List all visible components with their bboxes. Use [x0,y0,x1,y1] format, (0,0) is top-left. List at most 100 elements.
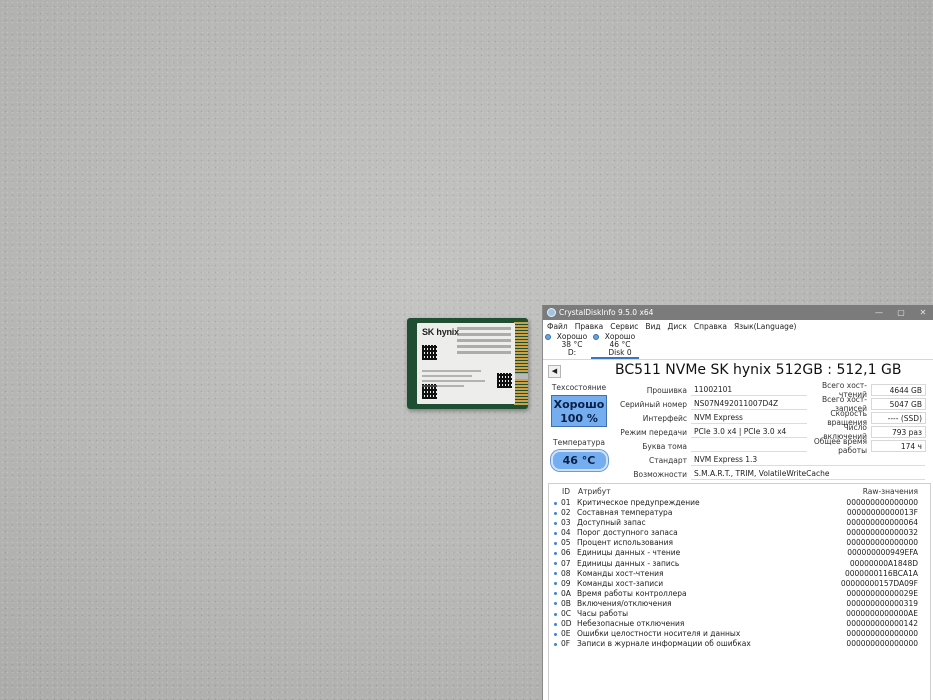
table-row[interactable]: 0B Включения/отключения 000000000000319 [549,599,930,609]
attribute-status-dot-icon [553,632,557,636]
attribute-status-dot-icon [553,541,557,545]
smart-attribute-cell: Включения/отключения [577,598,672,608]
smart-raw-cell: 0000000116BCA1A [844,568,918,578]
table-row[interactable]: 0A Время работы контроллера 00000000000029… [549,589,930,599]
info-row-interface: Интерфейс NVM Express [609,411,807,425]
table-row[interactable]: 03 Доступный запас 000000000000064 [549,518,930,528]
attribute-status-dot-icon [553,521,557,525]
smart-attributes-list[interactable]: ID Атрибут Raw-значения 01 Критическое пр… [548,483,931,700]
smart-id-cell: 06 [561,548,571,558]
smart-header-attribute[interactable]: Атрибут [577,484,810,498]
smart-attribute-cell: Порог доступного запаса [577,528,678,538]
window-title: CrystalDiskInfo 9.5.0 x64 [559,308,654,317]
disk-tab-d[interactable]: Хорошо 38 °C D: [543,332,591,359]
minimize-button[interactable]: — [868,305,890,320]
smart-raw-cell: 000000000949EFA [847,548,918,558]
smart-header-id[interactable]: ID [561,484,577,498]
smart-raw-cell: 00000000000029E [846,588,918,598]
smart-id-cell: 0F [561,639,571,649]
smart-attribute-cell: Единицы данных - чтение [577,548,681,558]
info-label: Режим передачи [620,427,687,437]
crystaldiskinfo-app-icon [547,308,556,317]
info-label: Стандарт [648,455,687,465]
smart-attribute-cell: Процент использования [577,538,673,548]
table-row[interactable]: 02 Составная температура 00000000000013F [549,508,930,518]
previous-disk-button[interactable]: ◀ [548,365,561,378]
smart-id-cell: 02 [561,508,571,518]
status-dot-cell [549,508,561,518]
ssd-label-sticker: SK hynix [417,323,515,404]
health-caption: Техсостояние [551,383,607,392]
smart-raw-cell: 000000000000000 [846,639,918,649]
menu-service[interactable]: Сервис [610,322,638,331]
info-value: 4644 GB [871,384,926,396]
smart-id-cell: 0B [561,598,571,608]
table-row[interactable]: 0C Часы работы 0000000000000AE [549,609,930,619]
menu-view[interactable]: Вид [645,322,660,331]
drive-model-title: BC511 NVMe SK hynix 512GB : 512,1 GB [615,362,902,378]
menu-disk[interactable]: Диск [668,322,687,331]
ssd-module-photo: SK hynix [407,318,528,409]
smart-id-cell: 0A [561,588,571,598]
attribute-status-dot-icon [553,642,557,646]
table-row[interactable]: 06 Единицы данных - чтение 000000000949EFA [549,548,930,558]
smart-table-body: 01 Критическое предупреждение 000000000000… [549,498,930,649]
attribute-status-dot-icon [553,551,557,555]
maximize-button[interactable]: ▢ [890,305,912,320]
smart-id-cell: 09 [561,578,571,588]
attribute-status-dot-icon [553,592,557,596]
menu-language[interactable]: Язык(Language) [734,322,797,331]
window-controls: — ▢ ✕ [868,305,933,320]
smart-id-cell: 03 [561,518,571,528]
status-dot-cell [549,518,561,528]
table-row[interactable]: 09 Команды хост-записи 00000000157DA09F [549,579,930,589]
smart-header-raw[interactable]: Raw-значения [810,484,930,498]
table-row[interactable]: 04 Порог доступного запаса 000000000000032 [549,528,930,538]
attribute-status-dot-icon [553,602,557,606]
status-dot-cell [549,589,561,599]
health-status-box[interactable]: Хорошо 100 % [551,395,607,427]
smart-attribute-cell: Команды хост-чтения [577,568,664,578]
info-value: NVM Express 1.3 [691,454,925,466]
title-bar[interactable]: CrystalDiskInfo 9.5.0 x64 — ▢ ✕ [543,305,933,320]
disk-selector-bar: Хорошо 38 °C D: Хорошо 46 °C Disk 0 [543,332,933,360]
status-dot-cell [549,538,561,548]
attribute-status-dot-icon [553,582,557,586]
table-row[interactable]: 0D Небезопасные отключения 000000000000142 [549,619,930,629]
info-label: Интерфейс [642,413,687,423]
table-row[interactable]: 08 Команды хост-чтения 0000000116BCA1A [549,569,930,579]
status-dot-cell [549,619,561,629]
smart-attribute-cell: Доступный запас [577,518,646,528]
info-value: NVM Express [691,412,807,424]
drive-stats-panel: Всего хост-чтений 4644 GB Всего хост-зап… [807,381,933,455]
temperature-box[interactable]: 46 °C [550,450,608,471]
smart-raw-cell: 000000000000064 [846,518,918,528]
disk-tab-name: D: [567,348,577,357]
smart-raw-cell: 000000000000000 [846,538,918,548]
info-row-drive-letter: Буква тома [609,439,807,453]
close-button[interactable]: ✕ [912,305,933,320]
info-row-power-on-hours: Общее время работы 174 ч [807,437,933,455]
table-row[interactable]: 05 Процент использования 000000000000000 [549,538,930,548]
smart-attribute-cell: Часы работы [577,609,629,619]
smart-id-cell: 01 [561,498,571,507]
disk-tab-disk0[interactable]: Хорошо 46 °C Disk 0 [591,332,639,359]
status-dot-cell [549,498,561,508]
info-row-serial: Серийный номер NS07N492011007D4Z [609,397,807,411]
menu-file[interactable]: Файл [547,322,568,331]
menu-help[interactable]: Справка [694,322,727,331]
table-row[interactable]: 01 Критическое предупреждение 000000000000… [549,498,930,508]
model-row: ◀ BC511 NVMe SK hynix 512GB : 512,1 GB [543,360,933,382]
table-row[interactable]: 07 Единицы данных - запись 00000000A1848D [549,559,930,569]
menu-bar: Файл Правка Сервис Вид Диск Справка Язык… [543,320,933,332]
table-row[interactable]: 0F Записи в журнале информации об ошибках… [549,639,930,649]
smart-header-status [549,484,561,498]
smart-attribute-cell: Команды хост-записи [577,578,664,588]
smart-id-cell: 0E [561,629,571,639]
status-dot-cell [549,569,561,579]
menu-edit[interactable]: Правка [575,322,604,331]
health-status-dot-icon [545,334,551,340]
status-dot-cell [549,629,561,639]
smart-raw-cell: 000000000000000 [846,498,918,507]
table-row[interactable]: 0E Ошибки целостности носителя и данных 00… [549,629,930,639]
